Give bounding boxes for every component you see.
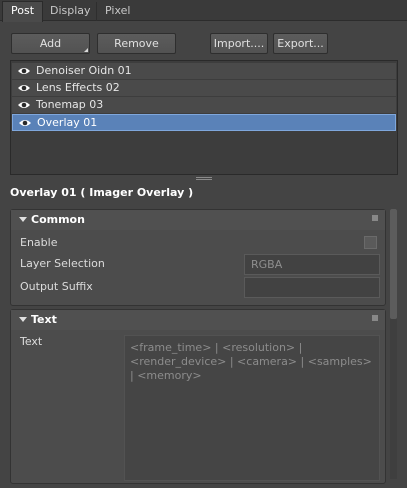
text-panel-header[interactable]: Text [11,310,385,330]
grip-icon[interactable] [372,315,378,321]
text-panel: Text Text <frame_time> | <resolution> | … [10,309,386,484]
enable-checkbox[interactable] [364,236,377,249]
grip-icon[interactable] [372,215,378,221]
list-item[interactable]: Denoiser Oidn 01 [12,63,396,80]
enable-label: Enable [20,236,58,249]
collapse-triangle-icon[interactable] [19,217,27,222]
add-button[interactable]: Add [11,33,90,54]
list-item-label: Overlay 01 [37,116,98,129]
list-item-label: Tonemap 03 [36,98,104,111]
eye-icon[interactable] [17,66,31,76]
list-item-label: Lens Effects 02 [36,81,120,94]
effects-list: Denoiser Oidn 01 Lens Effects 02 Tonemap… [10,60,398,175]
collapse-triangle-icon[interactable] [19,317,27,322]
common-panel: Common Enable Layer Selection RGBA Outpu… [10,209,386,306]
output-suffix-label: Output Suffix [20,280,93,293]
tab-post[interactable]: Post [2,1,44,22]
details-heading: Overlay 01 ( Imager Overlay ) [10,186,194,199]
text-panel-title: Text [31,313,57,326]
list-item[interactable]: Lens Effects 02 [12,80,396,97]
output-suffix-field[interactable] [244,277,380,298]
import-button[interactable]: Import.... [210,33,268,54]
layer-selection-field[interactable]: RGBA [244,254,380,275]
eye-icon[interactable] [17,83,31,93]
tab-bar: Post Display Pixel [0,0,407,22]
common-panel-header[interactable]: Common [11,210,385,230]
eye-icon[interactable] [17,100,31,110]
splitter-handle[interactable] [196,177,212,181]
add-button-label: Add [39,37,62,50]
list-item-selected[interactable]: Overlay 01 [12,114,396,131]
common-panel-title: Common [31,213,85,226]
text-template-input[interactable]: <frame_time> | <resolution> | <render_de… [124,335,380,481]
tab-pixel[interactable]: Pixel [96,2,138,21]
text-label: Text [20,335,43,348]
list-item[interactable]: Tonemap 03 [12,97,396,114]
eye-icon[interactable] [18,118,32,128]
layer-selection-label: Layer Selection [20,257,105,270]
list-item-label: Denoiser Oidn 01 [36,64,132,77]
tab-display[interactable]: Display [42,2,99,21]
dropdown-corner-icon [84,48,88,52]
scrollbar-thumb[interactable] [390,209,397,319]
export-button[interactable]: Export... [273,33,328,54]
remove-button[interactable]: Remove [97,33,176,54]
